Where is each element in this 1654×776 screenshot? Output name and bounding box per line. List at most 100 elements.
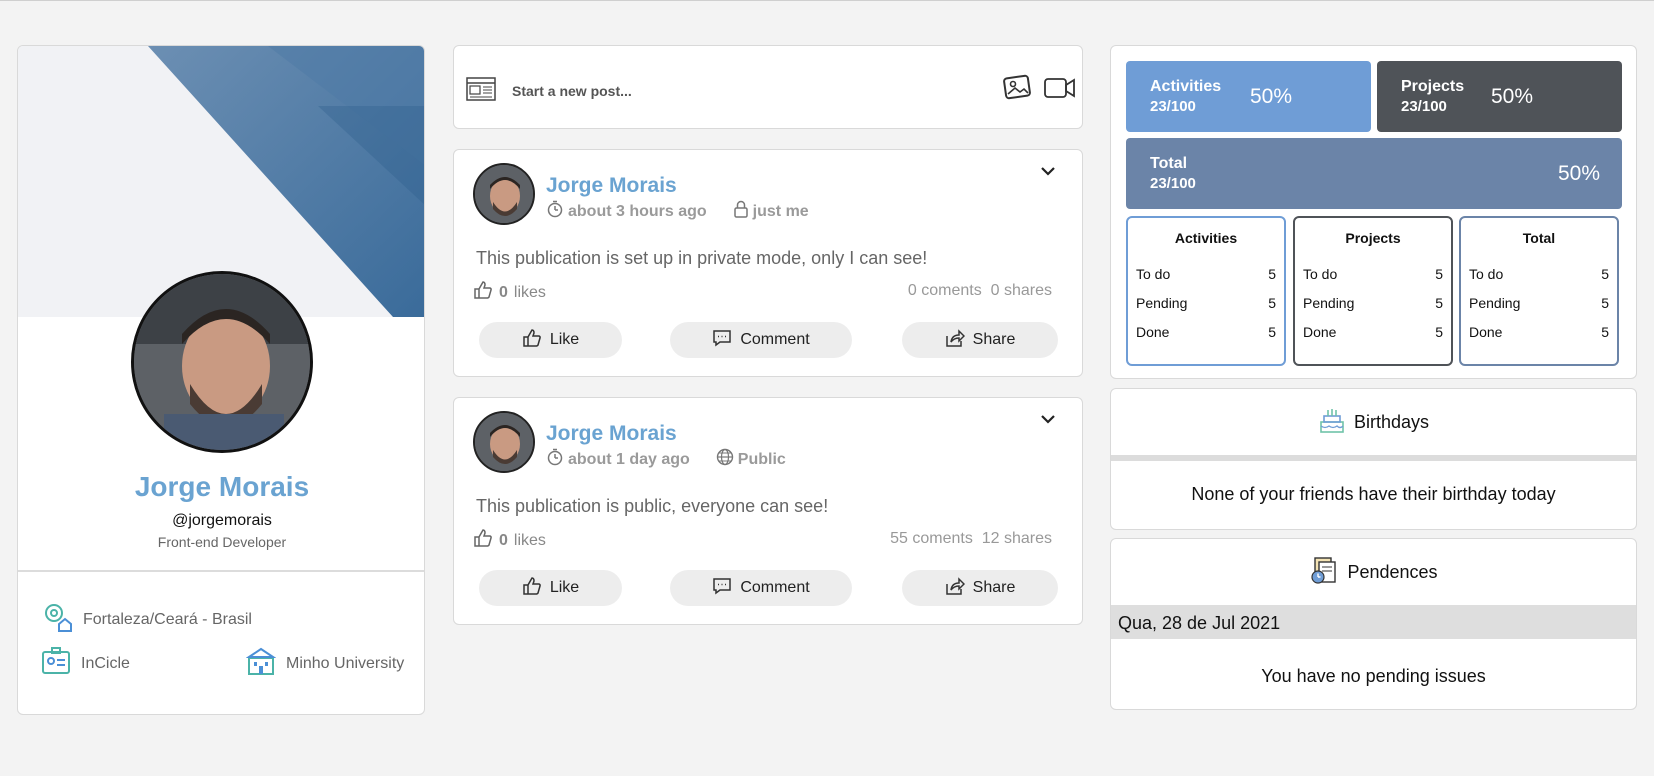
post-card: Jorge Morais about 1 day ago Public This… [453,397,1083,625]
row-value: 5 [1268,266,1276,282]
row-value: 5 [1601,266,1609,282]
pendences-title: Pendences [1347,561,1438,582]
thumbs-up-icon [522,328,542,353]
row-label: Pending [1136,295,1188,311]
post-time: about 3 hours ago [568,202,707,220]
total-breakdown: Total To do 5 Pending 5 Done 5 [1459,216,1619,366]
post-author-name[interactable]: Jorge Morais [546,422,677,446]
profile-card: Jorge Morais @jorgemorais Front-end Deve… [17,45,425,715]
birthdays-divider [1111,455,1636,461]
comment-icon [712,329,732,352]
post-visibility: Public [737,450,786,468]
breakdown-row: To do 5 [1303,266,1443,282]
total-tile[interactable]: Total 23/100 50% [1126,138,1622,209]
post-likes-label: likes [513,283,546,301]
breakdown-row: Done 5 [1136,324,1276,340]
activities-tile-percent: 50% [1250,85,1293,108]
activities-tile[interactable]: Activities 23/100 50% [1126,61,1371,132]
like-button-label: Like [549,331,580,348]
post-author-avatar[interactable] [473,411,535,473]
post-likes-count: 0 [499,531,508,549]
projects-tile-label: Projects [1401,78,1465,95]
clock-icon [546,200,564,223]
post-likes: 0 likes [473,528,546,553]
post-card: Jorge Morais about 3 hours ago just me T… [453,149,1083,377]
pendences-date: Qua, 28 de Jul 2021 [1111,605,1636,639]
row-value: 5 [1435,324,1443,340]
comment-icon [712,577,732,600]
comment-button[interactable]: Comment [670,570,852,606]
share-button[interactable]: Share [902,570,1058,606]
total-tile-count: 23/100 [1150,175,1196,192]
breakdown-row: To do 5 [1136,266,1276,282]
profile-handle: @jorgemorais [172,512,272,529]
like-button[interactable]: Like [479,322,622,358]
row-label: Done [1469,324,1503,340]
profile-university-text: Minho University [286,654,405,672]
row-value: 5 [1601,295,1609,311]
clock-icon [546,448,564,471]
birthdays-header: Birthdays [1111,389,1636,455]
total-breakdown-title: Total [1522,230,1556,246]
row-label: Done [1136,324,1170,340]
activities-tile-count: 23/100 [1150,98,1196,115]
chevron-down-icon[interactable] [1040,160,1056,181]
post-author-avatar[interactable] [473,163,535,225]
post-author-name[interactable]: Jorge Morais [546,174,677,198]
post-text: This publication is public, everyone can… [476,496,829,516]
location-home-icon [43,602,73,637]
row-value: 5 [1268,324,1276,340]
profile-role: Front-end Developer [157,534,287,550]
pendences-card: Pendences Qua, 28 de Jul 2021 You have n… [1110,538,1637,710]
breakdown-row: Pending 5 [1303,295,1443,311]
share-button[interactable]: Share [902,322,1058,358]
profile-name[interactable]: Jorge Morais [18,471,424,503]
post-composer[interactable]: Start a new post... [453,45,1083,129]
image-upload-icon[interactable] [1002,73,1032,106]
row-label: To do [1469,266,1504,282]
post-stats: 0 coments 0 shares [907,282,1052,299]
breakdown-row: Pending 5 [1136,295,1276,311]
post-stats: 55 coments 12 shares [890,530,1052,547]
globe-icon [716,448,734,471]
comment-button[interactable]: Comment [670,322,852,358]
share-button-label: Share [972,579,1016,596]
projects-breakdown-title: Projects [1345,230,1401,246]
post-meta: about 1 day ago Public [546,448,786,471]
total-tile-percent: 50% [1557,162,1600,185]
video-camera-icon[interactable] [1044,77,1076,104]
profile-avatar[interactable] [131,271,313,453]
like-button[interactable]: Like [479,570,622,606]
birthday-cake-icon [1318,406,1346,439]
post-likes-label: likes [513,531,546,549]
share-button-label: Share [972,331,1016,348]
projects-tile[interactable]: Projects 23/100 50% [1377,61,1622,132]
post-meta: about 3 hours ago just me [546,200,809,223]
comment-button-label: Comment [740,579,810,596]
thumbs-up-icon [473,280,493,305]
activities-breakdown: Activities To do 5 Pending 5 Done 5 [1126,216,1286,366]
row-label: To do [1136,266,1171,282]
new-post-input[interactable]: Start a new post... [512,83,632,99]
breakdown-row: Done 5 [1303,324,1443,340]
row-label: Done [1303,324,1337,340]
post-visibility: just me [752,202,809,220]
newspaper-icon [466,77,496,106]
thumbs-up-icon [473,528,493,553]
profile-divider [18,570,424,572]
activities-tile-label: Activities [1150,78,1222,95]
row-label: To do [1303,266,1338,282]
birthdays-title: Birthdays [1353,411,1430,432]
breakdown-row: To do 5 [1469,266,1609,282]
thumbs-up-icon [522,576,542,601]
breakdown-row: Pending 5 [1469,295,1609,311]
chevron-down-icon[interactable] [1040,408,1056,429]
post-time: about 1 day ago [568,450,690,468]
comment-button-label: Comment [740,331,810,348]
like-button-label: Like [549,579,580,596]
total-tile-label: Total [1150,155,1188,172]
row-value: 5 [1435,266,1443,282]
documents-clock-icon [1309,555,1339,590]
lock-icon [733,200,749,223]
post-text: This publication is set up in private mo… [476,248,928,268]
